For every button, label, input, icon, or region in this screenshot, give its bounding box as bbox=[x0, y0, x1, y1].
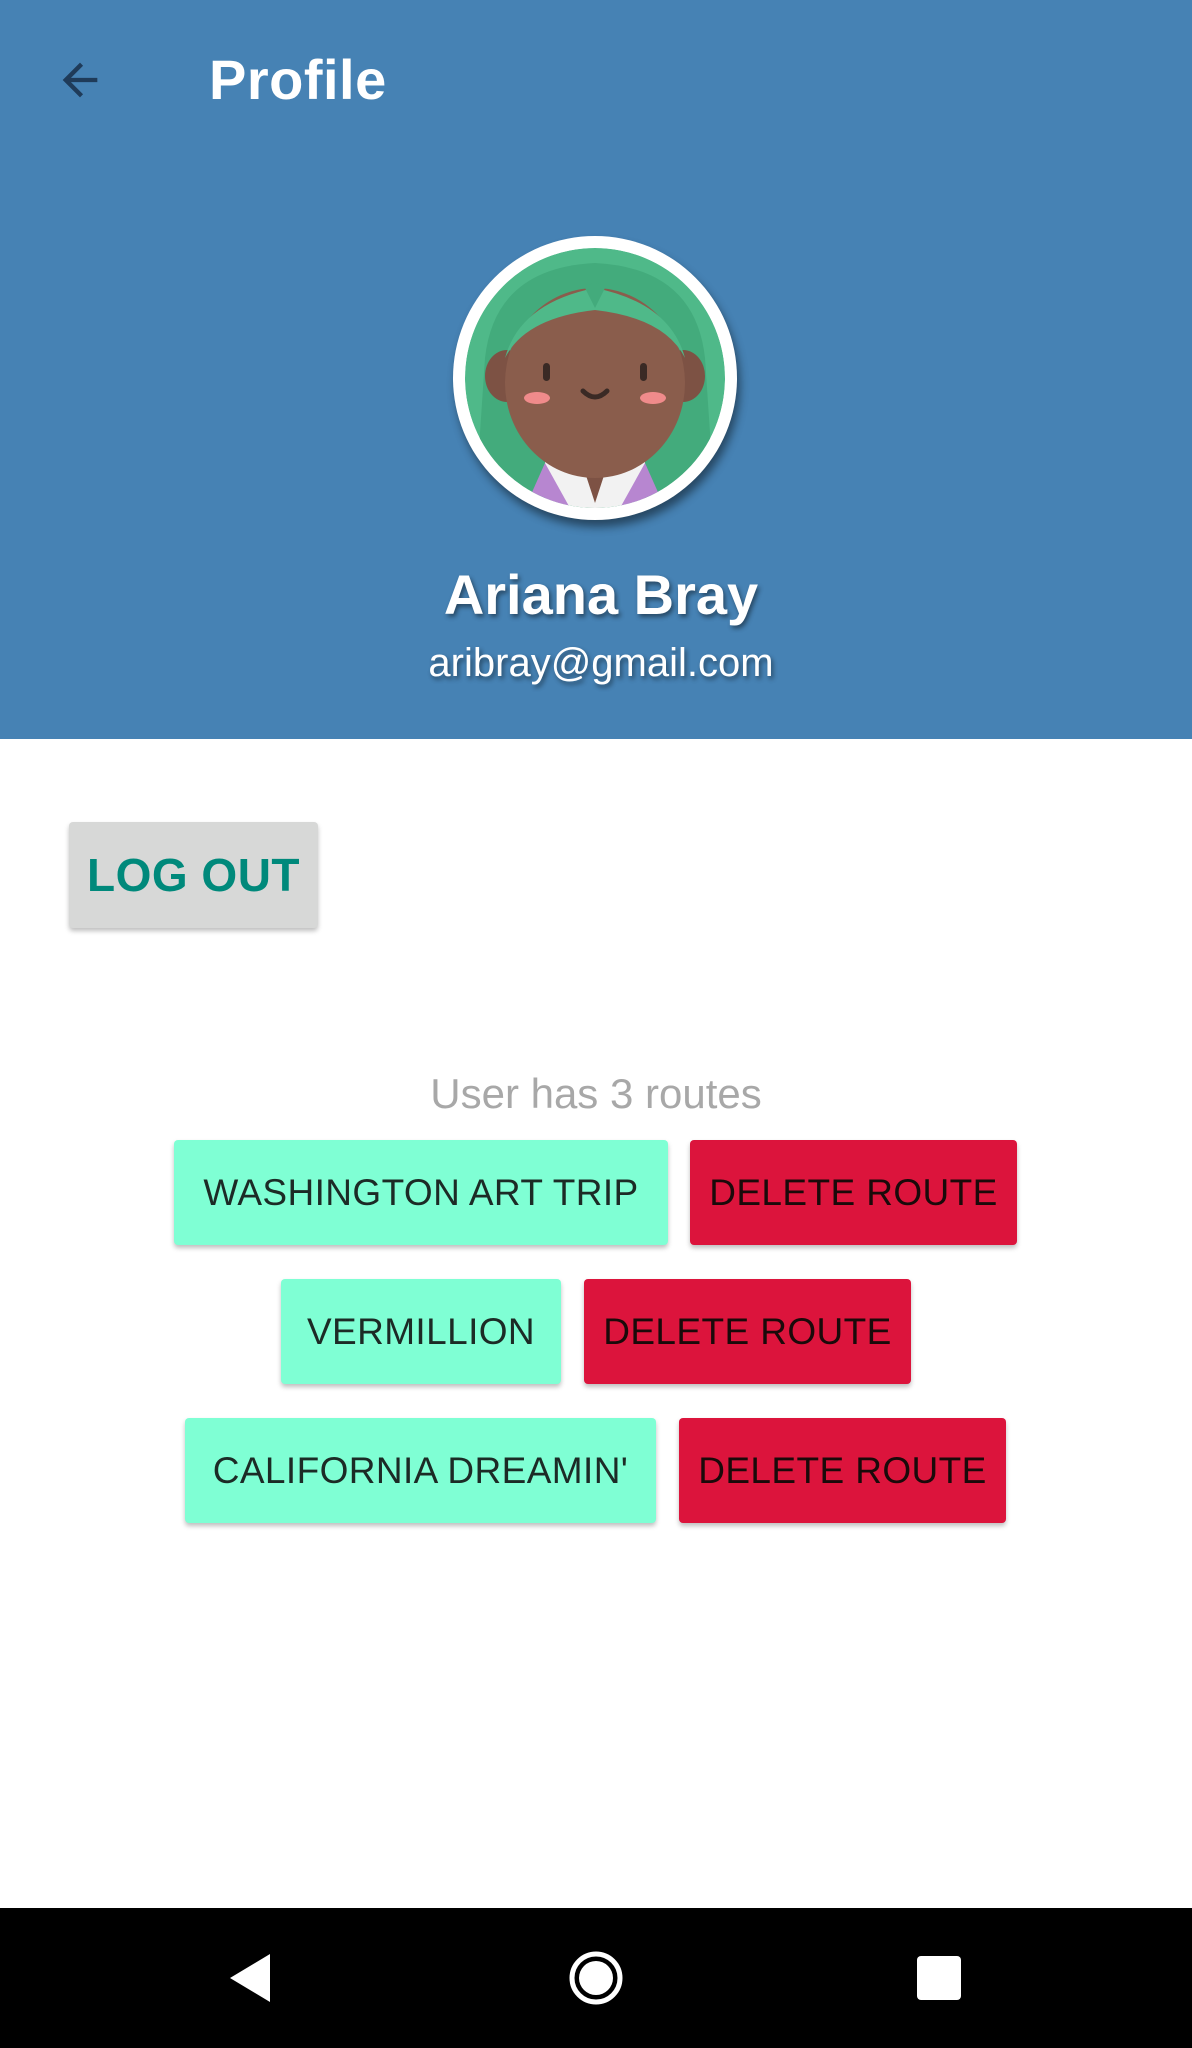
user-name: Ariana Bray bbox=[443, 563, 759, 626]
back-button[interactable] bbox=[40, 40, 120, 120]
route-button-california-dreamin[interactable]: CALIFORNIA DREAMIN' bbox=[185, 1418, 656, 1523]
page-title: Profile bbox=[209, 48, 387, 111]
route-button-washington-art-trip[interactable]: WASHINGTON ART TRIP bbox=[174, 1140, 668, 1245]
nav-home-icon bbox=[569, 1951, 623, 2005]
routes-count-label: User has 3 routes bbox=[430, 1070, 762, 1117]
delete-route-button[interactable]: DELETE ROUTE bbox=[690, 1140, 1017, 1245]
route-button-vermillion[interactable]: VERMILLION bbox=[281, 1279, 561, 1384]
profile-header: Profile Ariana Bray aribray@gmail.com bbox=[0, 0, 1192, 739]
nav-recents-icon bbox=[917, 1956, 961, 2000]
user-email: aribray@gmail.com bbox=[428, 641, 774, 685]
girl-avatar-icon bbox=[465, 248, 725, 508]
arrow-back-icon bbox=[62, 62, 98, 98]
delete-route-button[interactable]: DELETE ROUTE bbox=[584, 1279, 911, 1384]
nav-back-button[interactable] bbox=[210, 1938, 290, 2018]
system-navigation-bar bbox=[0, 1908, 1192, 2048]
delete-route-button[interactable]: DELETE ROUTE bbox=[679, 1418, 1006, 1523]
nav-home-button[interactable] bbox=[556, 1938, 636, 2018]
logout-button[interactable]: LOG OUT bbox=[69, 822, 318, 928]
nav-back-icon bbox=[230, 1954, 270, 2002]
nav-recents-button[interactable] bbox=[899, 1938, 979, 2018]
avatar bbox=[453, 236, 737, 520]
